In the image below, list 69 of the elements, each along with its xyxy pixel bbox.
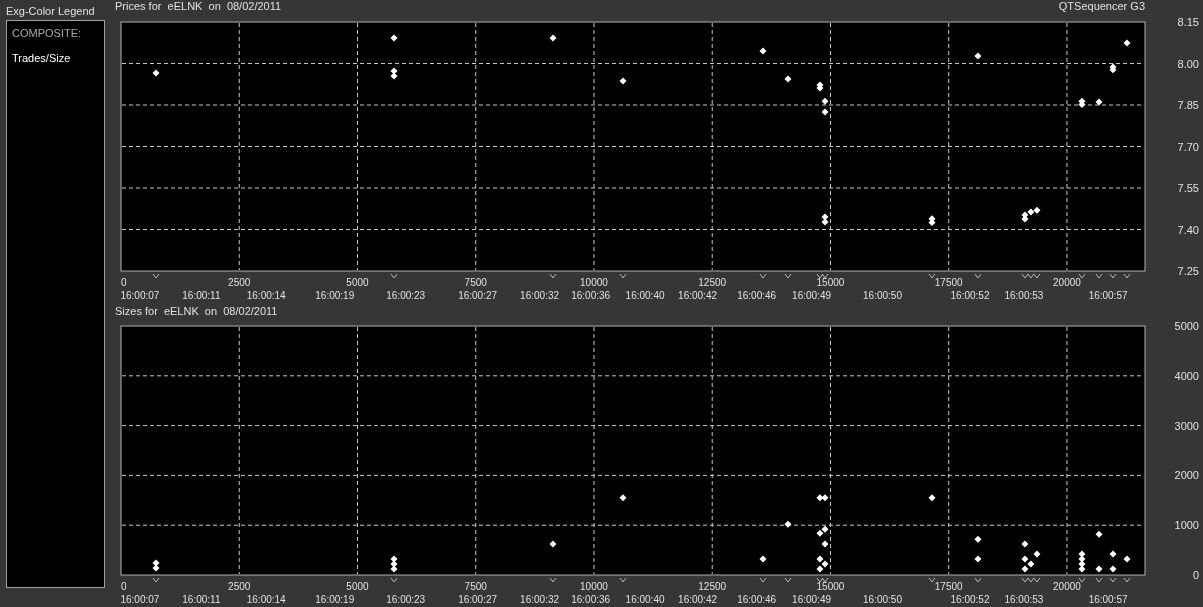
time-label: 16:00:42 (678, 290, 718, 301)
legend-heading: COMPOSITE: (12, 26, 83, 41)
time-label: 16:00:40 (625, 594, 665, 605)
y-tick-label: 4000 (1174, 369, 1199, 382)
y-tick-label: 8.00 (1177, 57, 1199, 70)
y-tick-label: 7.85 (1177, 99, 1199, 111)
chart-title: Prices for eELNK on 08/02/2011 (115, 0, 282, 14)
time-label: 16:00:46 (737, 594, 777, 605)
y-tick-label: 7.55 (1177, 182, 1199, 194)
time-label: 16:00:40 (625, 290, 665, 301)
time-label: 16:00:14 (246, 290, 286, 301)
legend-item: Trades/Size (12, 50, 72, 66)
x-tick-label: 7500 (464, 277, 487, 288)
legend-title: Exg-Color Legend (6, 4, 96, 19)
x-tick-label: 10000 (580, 277, 608, 288)
time-label: 16:00:27 (458, 290, 498, 301)
y-tick-label: 5000 (1174, 322, 1199, 332)
x-tick-label: 17500 (934, 581, 963, 592)
time-label: 16:00:36 (571, 290, 611, 301)
time-label: 16:00:50 (863, 594, 902, 605)
y-tick-label: 2000 (1174, 469, 1199, 482)
time-label: 16:00:49 (792, 290, 831, 301)
time-label: 16:00:52 (950, 594, 990, 605)
time-label: 16:00:07 (120, 594, 160, 605)
time-label: 16:00:11 (182, 594, 221, 605)
x-tick-label: 20000 (1053, 277, 1081, 288)
x-tick-label: 5000 (346, 277, 369, 288)
time-label: 16:00:42 (678, 594, 718, 605)
time-label: 16:00:36 (571, 594, 611, 605)
time-label: 16:00:19 (315, 594, 355, 605)
y-tick-label: 0 (1192, 569, 1199, 581)
time-label: 16:00:19 (315, 290, 355, 301)
x-tick-label: 12500 (698, 581, 727, 592)
time-label: 16:00:11 (182, 290, 221, 301)
chart-title: Sizes for eELNK on 08/02/2011 (115, 303, 278, 319)
time-label: 16:00:50 (863, 290, 902, 301)
time-label: 16:00:46 (737, 290, 777, 301)
time-label: 16:00:53 (1004, 290, 1044, 301)
x-tick-label: 2500 (228, 277, 251, 288)
x-tick-label: 12500 (698, 277, 727, 288)
time-label: 16:00:57 (1088, 594, 1128, 605)
time-label: 16:00:49 (792, 594, 831, 605)
x-tick-label: 15000 (816, 277, 845, 288)
x-tick-label: 20000 (1053, 581, 1081, 592)
y-tick-label: 7.70 (1177, 140, 1199, 153)
x-tick-label: 7500 (464, 581, 487, 592)
time-label: 16:00:23 (386, 594, 426, 605)
app-name: QTSequencer G3 (1058, 0, 1145, 14)
time-label: 16:00:23 (386, 290, 426, 301)
y-tick-label: 7.25 (1177, 265, 1199, 277)
time-label: 16:00:14 (246, 594, 286, 605)
x-tick-label: 5000 (346, 581, 369, 592)
y-tick-label: 1000 (1174, 519, 1199, 532)
time-label: 16:00:53 (1004, 594, 1044, 605)
x-tick-label: 10000 (580, 581, 608, 592)
x-tick-label: 17500 (934, 277, 963, 288)
y-tick-label: 3000 (1174, 419, 1199, 432)
x-tick-label: 0 (121, 277, 127, 288)
time-label: 16:00:07 (120, 290, 160, 301)
y-tick-label: 7.40 (1177, 223, 1199, 236)
time-label: 16:00:32 (520, 594, 560, 605)
time-label: 16:00:57 (1088, 290, 1128, 301)
x-tick-label: 15000 (816, 581, 845, 592)
y-tick-label: 8.15 (1177, 16, 1199, 28)
x-tick-label: 2500 (228, 581, 251, 592)
time-label: 16:00:52 (950, 290, 990, 301)
x-tick-label: 0 (121, 581, 127, 592)
time-label: 16:00:32 (520, 290, 560, 301)
time-label: 16:00:27 (458, 594, 498, 605)
